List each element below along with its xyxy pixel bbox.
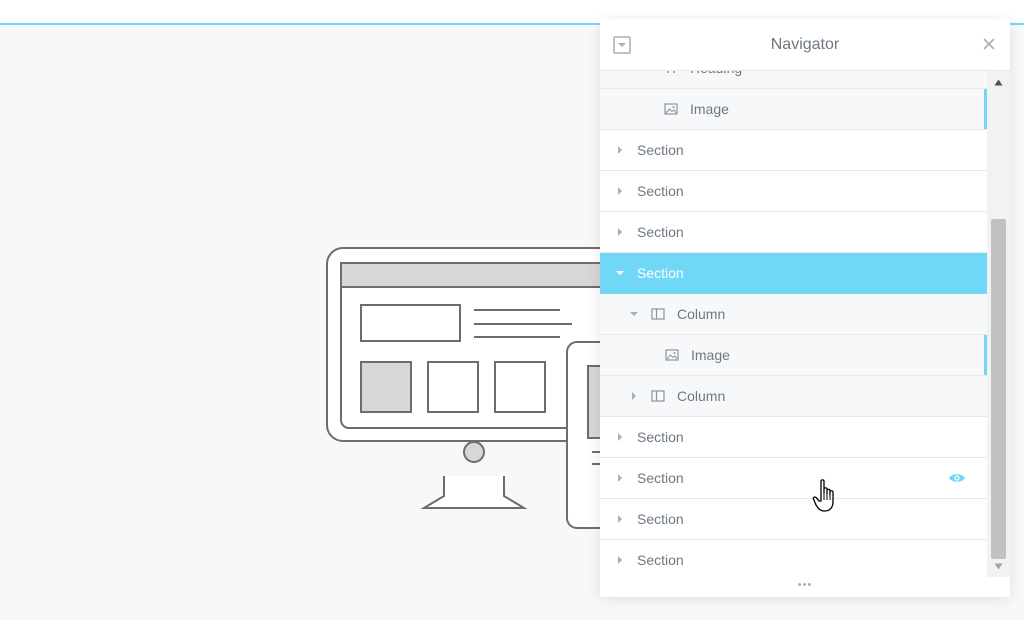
scrollbar-thumb[interactable] (991, 219, 1006, 559)
tree-item-section[interactable]: Section (600, 130, 987, 171)
tree-item-label: Section (637, 183, 684, 199)
tree-item-label: Image (690, 101, 729, 117)
tree-item-section[interactable]: Section (600, 212, 987, 253)
tree-item-label: Image (691, 347, 730, 363)
eye-icon[interactable] (948, 472, 966, 484)
caret-down-icon[interactable] (615, 268, 625, 278)
hand-pointer-cursor-icon (812, 479, 834, 512)
tree-item-section[interactable]: Section (600, 171, 987, 212)
caret-down-icon[interactable] (629, 309, 639, 319)
tree-item-label: Section (637, 265, 684, 281)
tree-item-label: Section (637, 142, 684, 158)
caret-right-icon[interactable] (615, 473, 625, 483)
navigator-title: Navigator (770, 36, 840, 53)
navigator-panel: Navigator Heading Image (600, 19, 1010, 597)
scroll-down-arrow-icon[interactable] (994, 563, 1003, 570)
tree-item-label: Section (637, 429, 684, 445)
caret-right-icon[interactable] (615, 432, 625, 442)
navigator-tree: Heading Image Section (600, 71, 987, 577)
caret-right-icon[interactable] (615, 145, 625, 155)
column-icon (651, 308, 665, 320)
devices-illustration-icon (326, 247, 604, 529)
resize-handle[interactable]: ••• (600, 577, 1010, 597)
caret-right-icon[interactable] (615, 186, 625, 196)
caret-right-icon[interactable] (615, 514, 625, 524)
tree-item-section[interactable]: Section (600, 540, 987, 577)
tree-item-heading[interactable]: Heading (600, 71, 987, 89)
navigator-scrollbar[interactable] (987, 71, 1010, 577)
tree-item-label: Heading (690, 71, 742, 88)
tree-item-column[interactable]: Column (600, 376, 987, 417)
tree-item-label: Section (637, 552, 684, 568)
heading-icon (667, 71, 675, 73)
close-icon[interactable] (982, 37, 996, 51)
tree-item-section-selected[interactable]: Section (600, 253, 987, 294)
tree-item-label: Section (637, 224, 684, 240)
tree-item-image[interactable]: Image (600, 89, 987, 130)
scroll-up-arrow-icon[interactable] (994, 79, 1003, 86)
caret-right-icon[interactable] (615, 555, 625, 565)
navigator-header: Navigator (600, 19, 1010, 71)
tree-item-label: Column (677, 388, 726, 404)
tree-item-label: Column (677, 306, 726, 322)
image-icon (665, 349, 679, 361)
tree-item-label: Section (637, 470, 684, 486)
tree-item-label: Section (637, 511, 684, 527)
column-icon (651, 390, 665, 402)
caret-right-icon[interactable] (615, 227, 625, 237)
tree-item-section[interactable]: Section (600, 499, 987, 540)
image-icon (664, 103, 678, 115)
tree-item-section[interactable]: Section (600, 458, 987, 499)
tree-item-image[interactable]: Image (600, 335, 987, 376)
tree-item-section[interactable]: Section (600, 417, 987, 458)
tree-item-column[interactable]: Column (600, 294, 987, 335)
caret-right-icon[interactable] (629, 391, 639, 401)
